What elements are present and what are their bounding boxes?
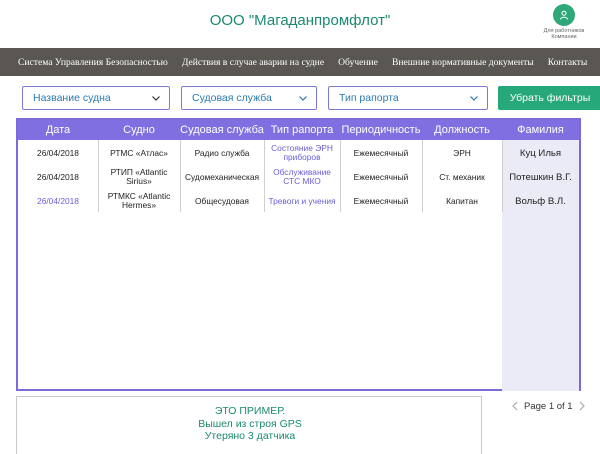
user-menu[interactable]: Для работников Компании: [532, 4, 596, 40]
cell-date: 26/04/2018: [37, 171, 79, 182]
cell-report-type-link[interactable]: Тревоги и учения: [264, 189, 340, 213]
company-title: ООО "Магаданпромфлот": [209, 12, 391, 29]
cell-service: Общесудовая: [195, 195, 249, 206]
cell-date: 26/04/2018: [37, 147, 79, 158]
report-note-panel: ЭТО ПРИМЕР. Вышел из строя GPS Утеряно 3…: [16, 396, 482, 454]
chevron-down-icon: [152, 96, 160, 101]
cell-periodicity: Ежемесячный: [353, 171, 409, 182]
user-label: Для работников Компании: [543, 28, 585, 40]
cell-surname: Вольф В.Л.: [515, 195, 566, 207]
nav-item-emergency[interactable]: Действия в случае аварии на судне: [182, 57, 324, 68]
reset-filters-button[interactable]: Убрать фильтры: [498, 86, 600, 110]
cell-surname: Куц Илья: [519, 147, 562, 159]
cell-periodicity: Ежемесячный: [353, 147, 409, 158]
reports-table: Дата Судно Судовая служба Тип рапорта Пе…: [16, 118, 581, 391]
pagination: Page 1 of 1: [512, 400, 585, 412]
cell-service: Судомеханическая: [184, 171, 260, 182]
report-note: ЭТО ПРИМЕР. Вышел из строя GPS Утеряно 3…: [17, 405, 483, 443]
note-line: Вышел из строя GPS: [198, 417, 302, 430]
chevron-right-icon[interactable]: [579, 401, 585, 411]
cell-vessel: РТМС «Атлас»: [110, 147, 168, 158]
chevron-down-icon: [470, 96, 478, 101]
column-header[interactable]: Периодичность: [340, 120, 422, 140]
cell-vessel: РТИП «Atlantic Sirius»: [110, 167, 168, 186]
chevron-left-icon[interactable]: [512, 401, 518, 411]
cell-date-link[interactable]: 26/04/2018: [18, 189, 98, 213]
nav-item-training[interactable]: Обучение: [338, 57, 378, 68]
table-row[interactable]: 26/04/2018 РТМКС «Atlantic Hermes» Общес…: [18, 189, 579, 213]
header: ООО "Магаданпромфлот" Для работников Ком…: [0, 0, 600, 48]
cell-position: Капитан: [446, 195, 478, 206]
column-header[interactable]: Судовая служба: [180, 120, 264, 140]
cell-position: ЭРН: [453, 147, 471, 158]
table-row[interactable]: 26/04/2018 РТИП «Atlantic Sirius» Судоме…: [18, 165, 579, 189]
note-line: Утеряно 3 датчика: [204, 430, 296, 442]
cell-service: Радио служба: [194, 147, 250, 158]
filters-bar: Название судна Судовая служба Тип рапорт…: [22, 86, 600, 110]
column-header[interactable]: Должность: [422, 120, 502, 140]
table-row[interactable]: 26/04/2018 РТМС «Атлас» Радио служба Сос…: [18, 141, 579, 165]
report-type-select-value: Тип рапорта: [339, 92, 399, 104]
service-select[interactable]: Судовая служба: [181, 86, 317, 110]
column-header[interactable]: Фамилия: [502, 120, 579, 140]
cell-report-type-link[interactable]: Состояние ЭРН приборов: [264, 141, 340, 165]
vessel-select[interactable]: Название судна: [22, 86, 170, 110]
cell-position: Ст. механик: [439, 171, 485, 182]
nav-item-external-docs[interactable]: Внешние нормативные документы: [392, 57, 534, 68]
column-header[interactable]: Дата: [18, 120, 98, 140]
cell-surname: Потешкин В.Г.: [509, 171, 572, 183]
note-line: ЭТО ПРИМЕР.: [214, 405, 286, 417]
report-type-select[interactable]: Тип рапорта: [328, 86, 488, 110]
chevron-down-icon: [299, 96, 307, 101]
cell-periodicity: Ежемесячный: [353, 195, 409, 206]
cell-vessel: РТМКС «Atlantic Hermes»: [107, 191, 171, 210]
user-icon[interactable]: [553, 4, 575, 26]
column-header[interactable]: Тип рапорта: [264, 120, 340, 140]
service-select-value: Судовая служба: [192, 92, 272, 104]
column-header[interactable]: Судно: [98, 120, 180, 140]
table-header: Дата Судно Судовая служба Тип рапорта Пе…: [18, 120, 579, 140]
nav-item-contacts[interactable]: Контакты: [548, 57, 588, 68]
main-nav: Система Управления Безопасностью Действи…: [0, 48, 600, 76]
cell-report-type-link[interactable]: Обслуживание СТС МКО: [264, 165, 340, 189]
nav-item-sms[interactable]: Система Управления Безопасностью: [18, 57, 168, 68]
vessel-select-value: Название судна: [33, 92, 111, 104]
page-indicator: Page 1 of 1: [524, 400, 573, 412]
